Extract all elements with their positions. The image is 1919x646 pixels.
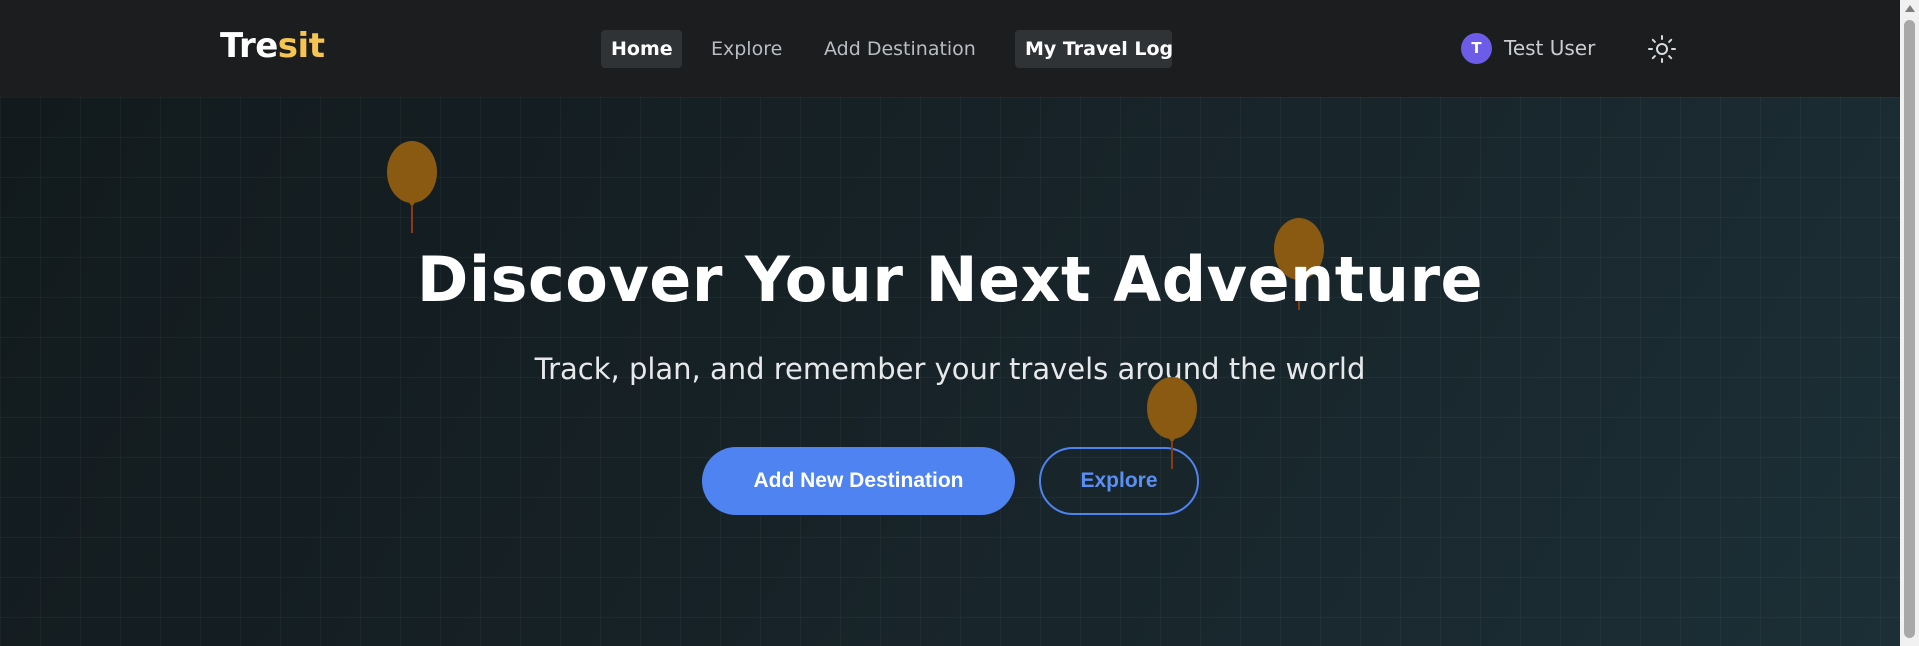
nav-home-link[interactable]: Home: [601, 30, 682, 68]
navbar: Tresit Home Explore Add Destination My T…: [0, 0, 1900, 97]
vertical-scrollbar[interactable]: [1900, 0, 1919, 646]
balloon-decoration: [387, 141, 437, 233]
hero-title: Discover Your Next Adventure: [416, 243, 1484, 316]
add-new-destination-button[interactable]: Add New Destination: [702, 447, 1015, 515]
balloon-decoration: [1147, 377, 1197, 469]
page: Tresit Home Explore Add Destination My T…: [0, 0, 1919, 646]
theme-toggle-button[interactable]: [1645, 32, 1679, 66]
avatar: T: [1461, 33, 1492, 64]
hero-section: Discover Your Next Adventure Track, plan…: [0, 97, 1900, 646]
scrollbar-thumb[interactable]: [1904, 20, 1915, 638]
nav-explore-link[interactable]: Explore: [701, 30, 796, 68]
nav-travel-log-link[interactable]: My Travel Log: [1015, 30, 1173, 68]
logo[interactable]: Tresit: [220, 26, 325, 66]
nav-add-destination-link[interactable]: Add Destination: [814, 30, 1000, 68]
scroll-up-arrow-icon[interactable]: [1905, 5, 1915, 12]
user-name: Test User: [1504, 36, 1596, 60]
sun-icon: [1648, 35, 1676, 63]
logo-text-accent: sit: [277, 26, 325, 66]
logo-text-main: Tre: [220, 26, 278, 66]
hero-subtitle: Track, plan, and remember your travels a…: [534, 352, 1366, 386]
